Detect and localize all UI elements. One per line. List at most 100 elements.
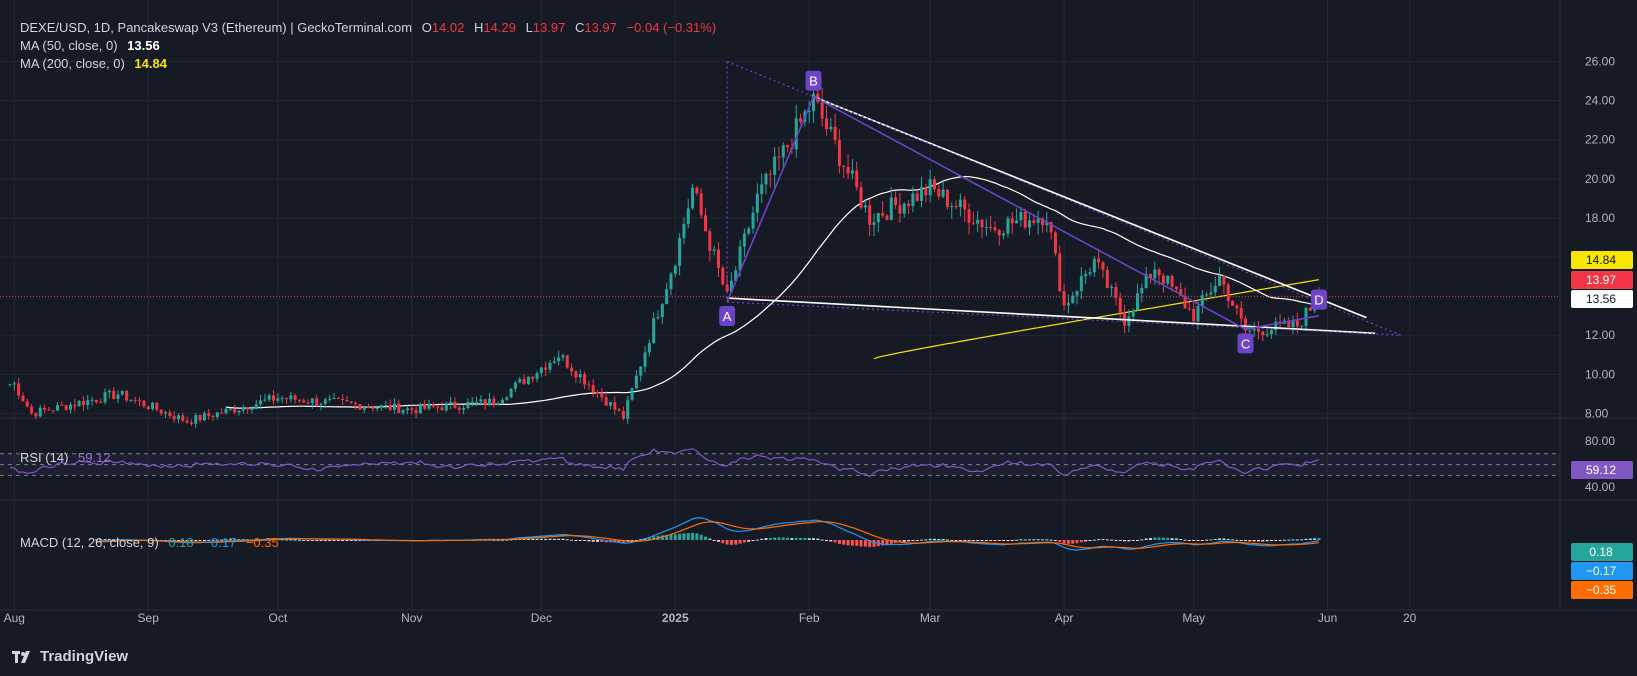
ma200-price-tag-text: 14.84: [1586, 253, 1616, 267]
macd-hist-bar: [1101, 538, 1105, 540]
candle-body: [43, 407, 47, 410]
candle-body: [760, 184, 764, 194]
candle-body: [133, 399, 137, 401]
candle-body: [155, 402, 159, 410]
candle-body: [483, 399, 487, 406]
candle-body: [466, 402, 470, 409]
candle-body: [915, 193, 919, 201]
macd-hist-bar: [1088, 540, 1092, 541]
macd-hist-bar: [1028, 539, 1032, 541]
macd-hist-bar: [993, 540, 997, 541]
candle-body: [470, 401, 474, 403]
rsi-legend[interactable]: RSI (14) 59.12: [20, 450, 117, 465]
candle-body: [941, 189, 945, 197]
candle-body: [505, 397, 509, 400]
candle-body: [1075, 291, 1079, 296]
candle-body: [64, 405, 68, 410]
candle-body: [51, 410, 55, 412]
candle-body: [1110, 287, 1114, 289]
candle-body: [639, 366, 643, 376]
candle-body: [1101, 262, 1105, 270]
macd-hist-bar: [976, 540, 980, 541]
macd-hist-bar: [768, 537, 772, 540]
macd-hist-bar: [349, 540, 353, 541]
candle-body: [669, 273, 673, 290]
candle-body: [103, 392, 107, 403]
candle-body: [570, 367, 574, 372]
candle-body: [120, 390, 124, 395]
macd-hist-bar: [967, 540, 971, 541]
macd-hist-bar: [747, 540, 751, 542]
macd-hist-bar: [1110, 539, 1114, 541]
candle-body: [336, 398, 340, 400]
candle-body: [1161, 275, 1165, 284]
candle-body: [820, 101, 824, 119]
tradingview-brand[interactable]: TradingView: [12, 648, 128, 665]
macd-hist-bar: [310, 540, 314, 541]
macd-hist-bar: [591, 540, 595, 542]
macd-legend[interactable]: MACD (12, 26, close, 9) 0.18 −0.17 −0.35: [20, 535, 285, 550]
macd-hist-bar: [1287, 539, 1291, 541]
ma50-legend[interactable]: MA (50, close, 0) 13.56: [20, 38, 166, 53]
candle-body: [500, 399, 504, 404]
macd-hist-bar: [907, 540, 911, 542]
macd-hist-bar: [691, 532, 695, 540]
lower-trendline: [727, 297, 1376, 335]
macd-hist-bar: [1071, 540, 1075, 544]
macd-hist-bar: [1252, 540, 1256, 542]
candle-body: [159, 409, 163, 414]
candle-body: [276, 398, 280, 401]
macd-hist-bar: [565, 539, 569, 541]
change-value: −0.04 (−0.31%): [626, 20, 717, 35]
macd-hist-bar: [1140, 539, 1144, 541]
macd-hist-bar: [1205, 539, 1209, 541]
candle-body: [146, 406, 150, 410]
open-value: 14.02: [431, 20, 465, 35]
candle-body: [185, 420, 189, 423]
macd-hist-bar: [1079, 540, 1083, 543]
macd-hist-bar: [1144, 538, 1148, 540]
candle-body: [496, 403, 500, 406]
candle-body: [60, 404, 64, 406]
candle-body: [984, 226, 988, 228]
candle-body: [855, 170, 859, 188]
macd-hist-bar: [850, 540, 854, 546]
macd-hist-bar: [699, 534, 703, 540]
upper-trendline: [813, 95, 1367, 319]
candle-body: [1226, 284, 1230, 302]
candle-body: [116, 394, 120, 399]
candle-body: [90, 399, 94, 401]
candle-body: [993, 227, 997, 231]
price-chart[interactable]: ABCD 8.0010.0012.0014.0016.0018.0020.002…: [0, 0, 1637, 676]
x-tick-label: Nov: [401, 611, 422, 625]
candle-body: [1170, 275, 1174, 287]
candle-body: [1291, 320, 1295, 328]
candle-body: [77, 400, 81, 407]
ma200-legend[interactable]: MA (200, close, 0) 14.84: [20, 56, 173, 71]
candle-body: [920, 187, 924, 201]
macd-hist-bar: [1295, 539, 1299, 541]
candle-body: [358, 404, 362, 410]
macd-hist-bar: [1187, 540, 1191, 541]
candle-body: [488, 398, 492, 406]
candle-body: [656, 316, 660, 319]
macd-hist-bar: [535, 538, 539, 540]
macd-hist-bar: [945, 539, 949, 541]
candle-body: [436, 406, 440, 408]
ma50-path: [225, 175, 1319, 409]
candle-body: [349, 401, 353, 403]
macd-hist-bar: [1231, 539, 1235, 541]
x-tick-label: Oct: [269, 611, 288, 625]
candle-body: [1300, 325, 1304, 327]
macd-hist-bar: [1049, 539, 1053, 541]
candle-body: [954, 205, 958, 208]
candle-body: [267, 395, 271, 400]
rsi-legend-value: 59.12: [78, 450, 111, 465]
candle-body: [1131, 310, 1135, 317]
candle-body: [384, 404, 388, 406]
macd-hist-bar: [1174, 538, 1178, 540]
candle-body: [872, 222, 876, 225]
candle-body: [68, 404, 72, 410]
candle-body: [1157, 269, 1161, 276]
macd-hist-bar: [824, 540, 828, 541]
